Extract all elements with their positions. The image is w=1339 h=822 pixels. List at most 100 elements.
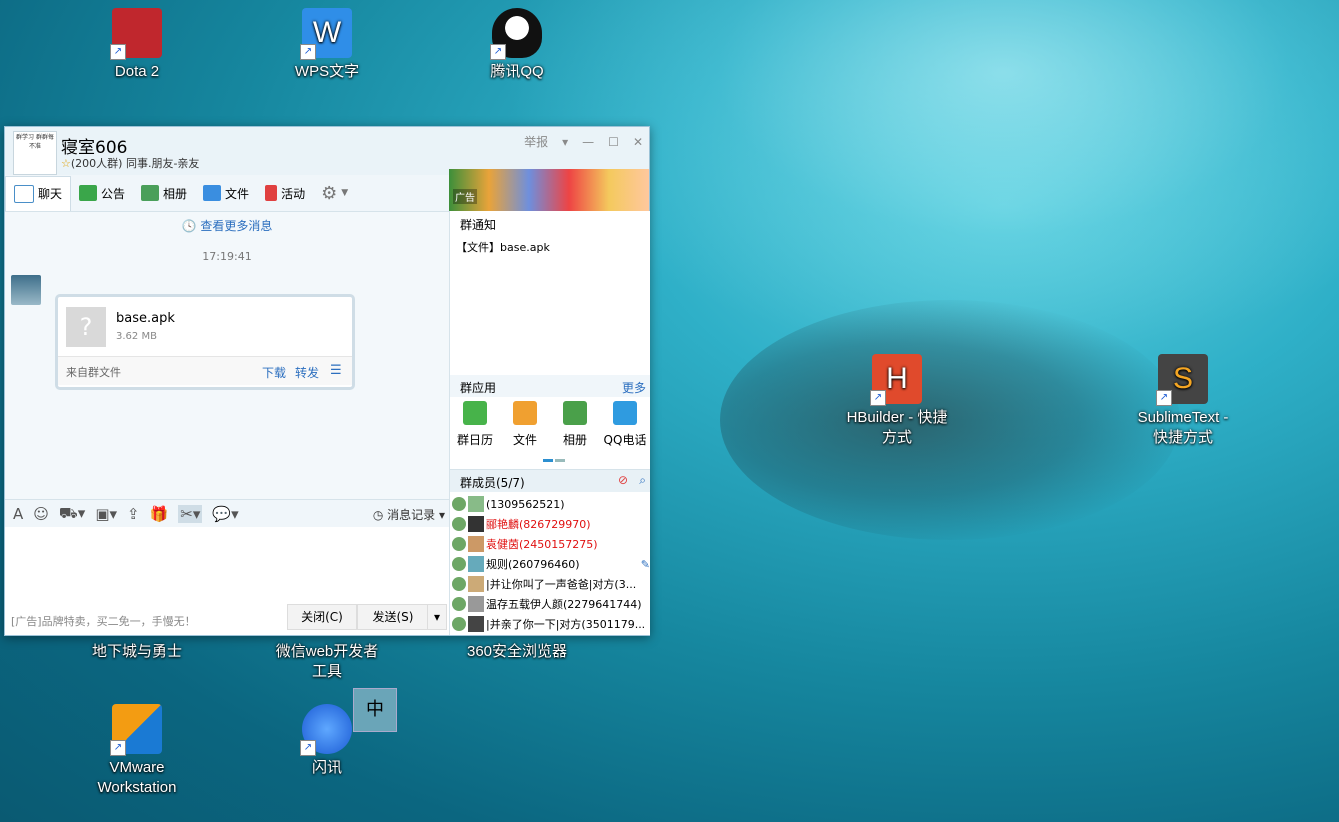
member-item[interactable]: |并亲了你一下|对方(3501179... (452, 614, 650, 634)
member-item[interactable]: 郦艳麟(826729970) (452, 514, 650, 534)
minimize-icon[interactable]: — (582, 135, 594, 149)
file-source: 来自群文件 (66, 366, 121, 379)
app-qq-call[interactable]: QQ电话 (600, 401, 650, 448)
tab-chat[interactable]: 聊天 (5, 175, 72, 211)
sender-avatar[interactable] (11, 275, 41, 305)
input-toolbar: A ☺ ⛟▾ ▣▾ ⇪ 🎁 ✂▾ 💬▾ ◷ 消息记录 ▾ (5, 499, 449, 527)
avatar (468, 536, 484, 552)
shortcut-arrow-icon: ↗ (110, 44, 126, 60)
member-item[interactable]: (1309562521) (452, 494, 650, 514)
tab-settings[interactable]: ⚙ ▼ (313, 178, 356, 208)
phone-icon (613, 401, 637, 425)
file-card-footer: 来自群文件 下载 转发 ☰ (58, 356, 352, 385)
shortcut-arrow-icon: ↗ (110, 740, 126, 756)
avatar (468, 516, 484, 532)
members-header: 群成员(5/7) ⊘ ⌕ (450, 469, 650, 492)
desktop-icon-label: 地下城与勇士 (91, 643, 182, 660)
desktop-icon-qq[interactable]: ↗ 腾讯QQ (462, 8, 572, 82)
member-item[interactable]: 袁健茵(2450157275) (452, 534, 650, 554)
shake-icon[interactable]: 💬▾ (212, 505, 238, 523)
apps-pager[interactable] (543, 459, 565, 462)
avatar (468, 616, 484, 632)
gift-icon[interactable]: 🎁 (150, 505, 169, 523)
desktop-icon-sublime[interactable]: S ↗ SublimeText - 快捷方式 (1128, 354, 1238, 448)
person-icon (452, 577, 466, 591)
desktop-icon-360browser[interactable]: 360安全浏览器 (462, 642, 572, 662)
dota2-icon: ↗ (110, 8, 162, 60)
desktop-icon-wps[interactable]: W ↗ WPS文字 (272, 8, 382, 82)
tab-album[interactable]: 相册 (133, 178, 195, 208)
desktop-icon-wechat-devtools[interactable]: 微信web开发者工具 (272, 642, 382, 682)
desktop-icon-dota2[interactable]: ↗ Dota 2 (82, 8, 192, 82)
maximize-icon[interactable]: ☐ (608, 135, 619, 149)
person-icon (452, 537, 466, 551)
download-link[interactable]: 下载 (262, 364, 286, 381)
gear-icon: ⚙ (321, 182, 338, 204)
calendar-icon (463, 401, 487, 425)
ad-text-link[interactable]: [广告]品牌特卖，买二免一，手慢无！ (11, 613, 196, 629)
member-item[interactable]: 规则(260796460) ✎ (452, 554, 650, 574)
member-name: 温存五载伊人颜(2279641744) (486, 598, 642, 611)
tab-label: 文件 (225, 186, 250, 201)
desktop-icon-hbuilder[interactable]: H ↗ HBuilder - 快捷方式 (842, 354, 952, 448)
notice-item[interactable]: 【文件】base.apk (456, 239, 550, 255)
scissors-icon[interactable]: ✂▾ (178, 504, 203, 523)
gif-icon[interactable]: ⛟▾ (59, 504, 85, 524)
app-label: QQ电话 (603, 433, 647, 447)
desktop-icon-vmware[interactable]: ↗ VMware Workstation (82, 704, 192, 798)
qq-penguin-icon: ↗ (490, 8, 542, 60)
edit-icon[interactable]: ✎ (641, 558, 650, 571)
qq-group-chat-window: 群学习 群群每不准 寝室606 ☆(200人群) 同事.朋友-亲友 举报 ▾ —… (4, 126, 650, 636)
report-button[interactable]: 举报 (524, 133, 548, 150)
ad-label: 广告 (453, 189, 477, 204)
tab-files[interactable]: 文件 (195, 178, 257, 208)
tab-activity[interactable]: 活动 (257, 178, 313, 208)
block-icon[interactable]: ⊘ (618, 473, 628, 487)
file-message-card[interactable]: ? base.apk 3.62 MB 来自群文件 下载 转发 ☰ (55, 294, 355, 390)
message-input[interactable] (5, 527, 449, 602)
app-album[interactable]: 相册 (550, 401, 600, 448)
emoji-icon[interactable]: ☺ (33, 505, 49, 523)
group-subtitle-text: (200人群) 同事.朋友-亲友 (70, 157, 200, 170)
close-button[interactable]: 关闭(C) (287, 604, 357, 630)
group-avatar[interactable]: 群学习 群群每不准 (13, 131, 57, 175)
app-calendar[interactable]: 群日历 (450, 401, 500, 448)
desktop-icon-label: VMware Workstation (97, 759, 177, 796)
bottom-bar: [广告]品牌特卖，买二免一，手慢无！ 关闭(C) 发送(S) ▾ (5, 602, 449, 635)
member-item[interactable]: |并让你叫了一声爸爸|对方(3... (452, 574, 650, 594)
font-icon[interactable]: A (13, 505, 23, 523)
shortcut-arrow-icon: ↗ (300, 44, 316, 60)
apps-more-link[interactable]: 更多 (622, 379, 646, 396)
person-icon (452, 517, 466, 531)
message-history-button[interactable]: ◷ 消息记录 ▾ (373, 506, 445, 523)
avatar (468, 576, 484, 592)
desktop-icon-dnf[interactable]: 地下城与勇士 (82, 642, 192, 662)
upload-icon[interactable]: ⇪ (127, 505, 140, 523)
file-name: base.apk (116, 311, 175, 326)
avatar (468, 596, 484, 612)
menu-icon[interactable]: ☰ (330, 363, 342, 378)
ime-indicator[interactable]: 中 (353, 688, 397, 732)
more-messages-link[interactable]: 🕓 查看更多消息 (5, 217, 449, 234)
image-icon[interactable]: ▣▾ (95, 505, 117, 523)
ad-banner[interactable]: 广告 (449, 169, 649, 211)
avatar (468, 496, 484, 512)
search-icon[interactable]: ⌕ (639, 473, 646, 488)
vmware-icon: ↗ (110, 704, 162, 756)
send-options-chevron-icon[interactable]: ▾ (427, 604, 447, 630)
send-button[interactable]: 发送(S) (357, 604, 429, 630)
app-label: 群日历 (456, 433, 493, 447)
wps-icon: W ↗ (300, 8, 352, 60)
avatar (468, 556, 484, 572)
shortcut-arrow-icon: ↗ (870, 390, 886, 406)
app-files[interactable]: 文件 (500, 401, 550, 448)
tab-announcement[interactable]: 公告 (71, 178, 133, 208)
close-icon[interactable]: ✕ (633, 135, 643, 149)
forward-link[interactable]: 转发 (295, 364, 319, 381)
more-messages-text: 查看更多消息 (200, 219, 273, 233)
shortcut-arrow-icon: ↗ (490, 44, 506, 60)
message-timestamp: 17:19:41 (202, 250, 252, 263)
dropdown-icon[interactable]: ▾ (562, 135, 568, 149)
person-icon (452, 597, 466, 611)
member-item[interactable]: 温存五载伊人颜(2279641744) (452, 594, 650, 614)
